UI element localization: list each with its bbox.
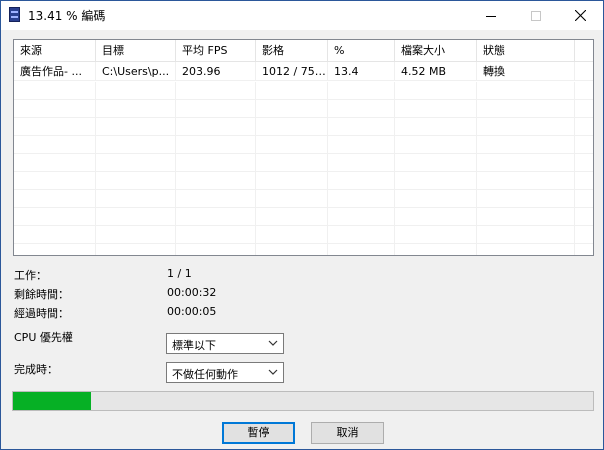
elapsed-time-label: 經過時間： (14, 307, 69, 320)
maximize-icon (530, 10, 541, 21)
column-header-source[interactable]: 來源 (14, 40, 96, 62)
close-button[interactable] (558, 1, 603, 30)
cell-status: 轉換 (477, 62, 575, 81)
column-header-frames[interactable]: 影格 (256, 40, 328, 62)
pause-button[interactable]: 暫停 (222, 422, 295, 444)
cpu-priority-select[interactable]: 標準以下 (166, 333, 284, 354)
elapsed-time-value: 00:00:05 (167, 305, 217, 318)
close-icon (575, 10, 586, 21)
cell-file-size: 4.52 MB (395, 62, 477, 81)
job-value: 1 / 1 (167, 267, 192, 280)
list-header: 來源 目標 平均 FPS 影格 % 檔案大小 狀態 (14, 40, 593, 62)
cpu-priority-label: CPU 優先權 (14, 331, 73, 344)
list-row[interactable]: 廣告作品- ... C:\Users\p... 203.96 1012 / 75… (14, 62, 593, 81)
maximize-button (513, 1, 558, 30)
on-complete-label: 完成時： (14, 363, 58, 376)
chevron-down-icon (268, 340, 278, 346)
cell-target: C:\Users\p... (96, 62, 176, 81)
minimize-button[interactable] (468, 1, 513, 30)
remaining-time-value: 00:00:32 (167, 286, 217, 299)
window-title: 13.41 % 編碼 (28, 9, 106, 23)
column-header-file-size[interactable]: 檔案大小 (395, 40, 477, 62)
title-bar: 13.41 % 編碼 (1, 1, 603, 30)
column-header-avg-fps[interactable]: 平均 FPS (176, 40, 256, 62)
cell-percent: 13.4 (328, 62, 395, 81)
cancel-button[interactable]: 取消 (311, 422, 384, 444)
cell-source: 廣告作品- ... (14, 62, 96, 81)
chevron-down-icon (268, 369, 278, 375)
on-complete-value: 不做任何動作 (172, 368, 238, 381)
encoding-progress-bar (12, 391, 594, 411)
minimize-icon (485, 16, 496, 17)
cell-avg-fps: 203.96 (176, 62, 256, 81)
list-empty-area (14, 82, 593, 255)
encoding-window: 13.41 % 編碼 來源 目標 平均 FPS 影格 % 檔案大小 狀態 廣告作… (0, 0, 604, 450)
column-header-status[interactable]: 狀態 (477, 40, 575, 62)
job-list[interactable]: 來源 目標 平均 FPS 影格 % 檔案大小 狀態 廣告作品- ... C:\U… (13, 39, 594, 256)
remaining-time-label: 剩餘時間： (14, 288, 69, 301)
cpu-priority-value: 標準以下 (172, 339, 216, 352)
on-complete-select[interactable]: 不做任何動作 (166, 362, 284, 383)
film-strip-icon (9, 7, 20, 22)
cell-frames: 1012 / 7549 (256, 62, 328, 81)
column-header-percent[interactable]: % (328, 40, 395, 62)
column-header-target[interactable]: 目標 (96, 40, 176, 62)
job-label: 工作： (14, 269, 47, 282)
progress-fill (13, 392, 91, 410)
